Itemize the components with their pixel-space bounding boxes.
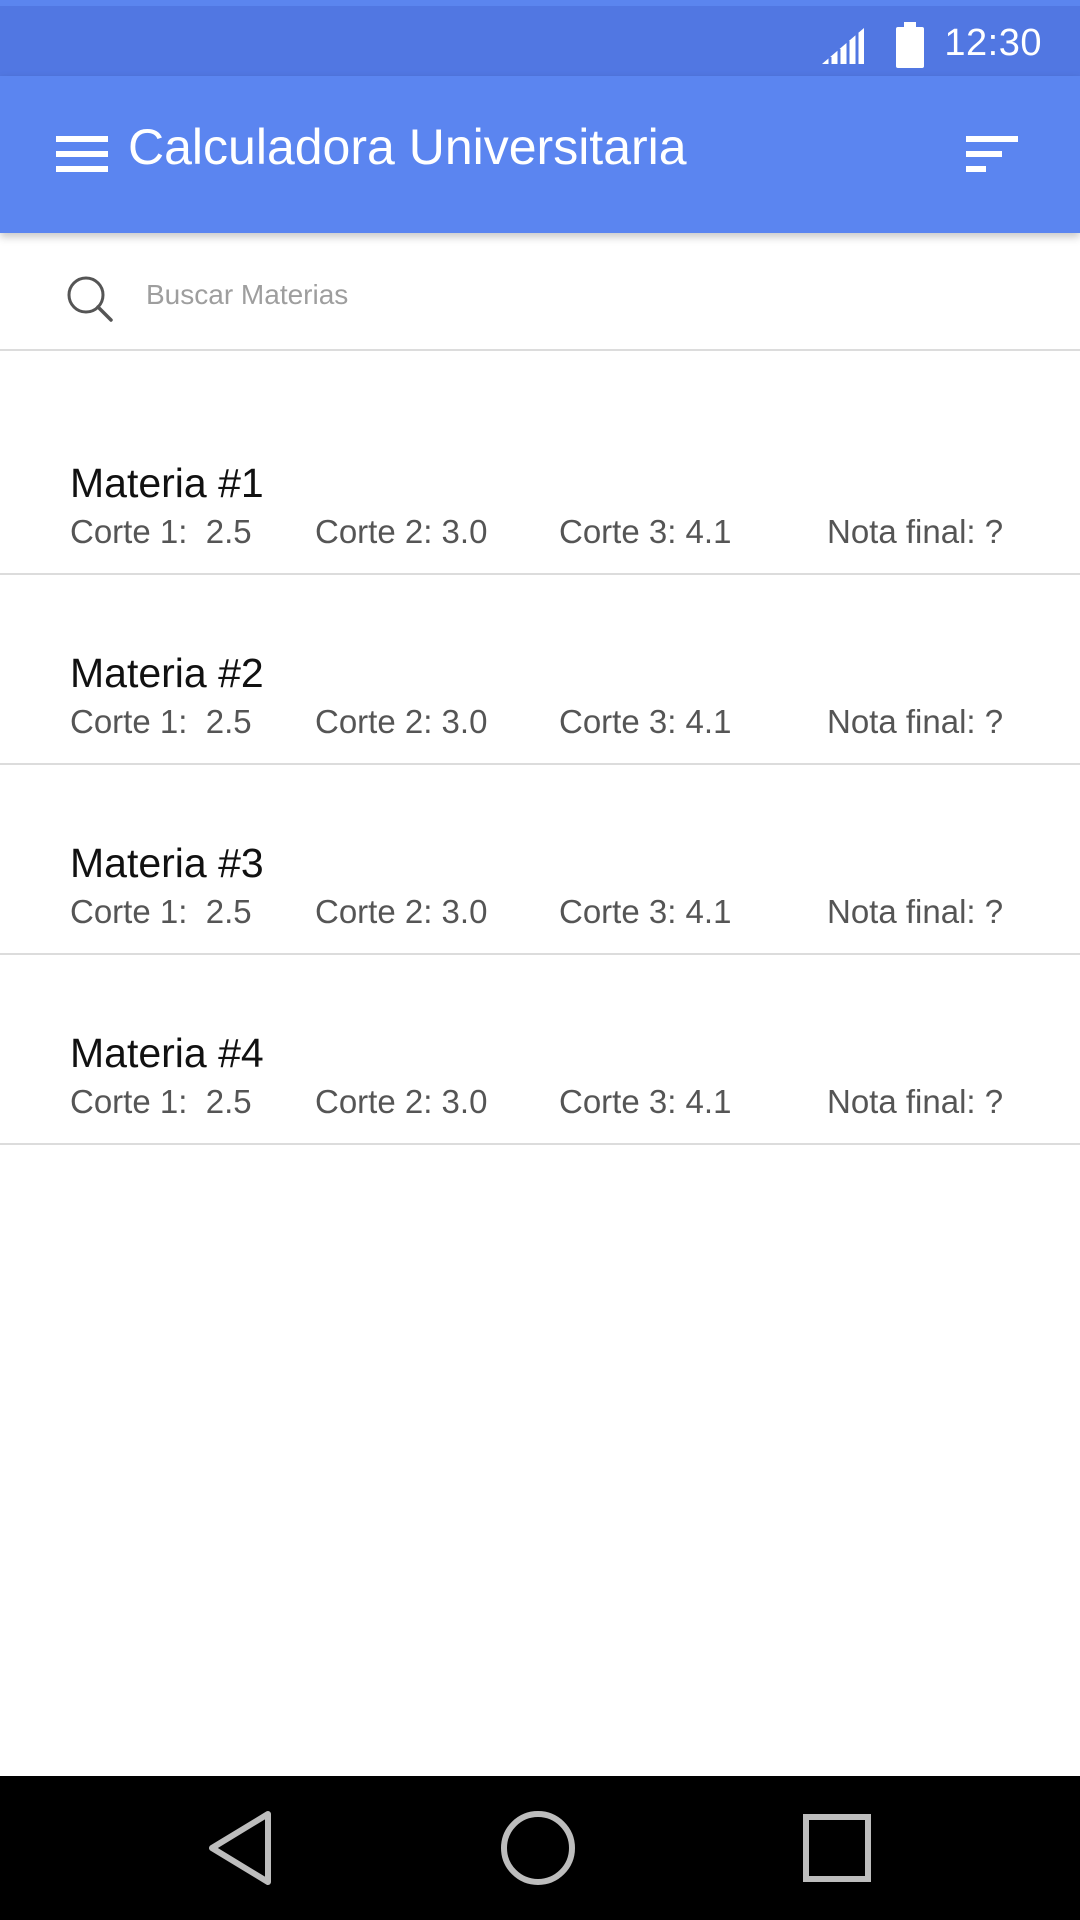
back-icon[interactable] bbox=[206, 1808, 278, 1888]
subject-name: Materia #4 bbox=[70, 1030, 264, 1076]
navigation-bar bbox=[0, 1776, 1080, 1920]
corte-1-grade: Corte 1: 2.5 bbox=[70, 513, 252, 550]
subject-name: Materia #3 bbox=[70, 840, 264, 886]
final-grade: Nota final: ? bbox=[827, 893, 1004, 930]
corte-2-grade: Corte 2: 3.0 bbox=[315, 893, 488, 930]
home-icon[interactable] bbox=[500, 1810, 576, 1886]
corte-2-grade: Corte 2: 3.0 bbox=[315, 513, 488, 550]
list-item[interactable]: Materia #2 Corte 1: 2.5 Corte 2: 3.0 Cor… bbox=[0, 575, 1080, 765]
app-bar: Calculadora Universitaria bbox=[0, 76, 1080, 233]
corte-1-grade: Corte 1: 2.5 bbox=[70, 703, 252, 740]
corte-3-grade: Corte 3: 4.1 bbox=[559, 893, 732, 930]
search-input[interactable] bbox=[146, 269, 1006, 321]
sort-icon[interactable] bbox=[966, 136, 1018, 172]
battery-icon bbox=[896, 22, 924, 68]
list-item[interactable]: Materia #1 Corte 1: 2.5 Corte 2: 3.0 Cor… bbox=[0, 351, 1080, 575]
corte-2-grade: Corte 2: 3.0 bbox=[315, 703, 488, 740]
final-grade: Nota final: ? bbox=[827, 703, 1004, 740]
menu-icon[interactable] bbox=[56, 136, 108, 172]
status-time: 12:30 bbox=[944, 22, 1042, 64]
subject-name: Materia #2 bbox=[70, 650, 264, 696]
list-item[interactable]: Materia #4 Corte 1: 2.5 Corte 2: 3.0 Cor… bbox=[0, 955, 1080, 1145]
corte-3-grade: Corte 3: 4.1 bbox=[559, 703, 732, 740]
subject-list: Materia #1 Corte 1: 2.5 Corte 2: 3.0 Cor… bbox=[0, 351, 1080, 1145]
app-title: Calculadora Universitaria bbox=[128, 119, 687, 175]
corte-1-grade: Corte 1: 2.5 bbox=[70, 893, 252, 930]
search-bar bbox=[0, 233, 1080, 351]
search-icon bbox=[67, 276, 113, 322]
final-grade: Nota final: ? bbox=[827, 513, 1004, 550]
corte-1-grade: Corte 1: 2.5 bbox=[70, 1083, 252, 1120]
screen: 12:30 Calculadora Universitaria Materia … bbox=[0, 0, 1080, 1920]
corte-3-grade: Corte 3: 4.1 bbox=[559, 1083, 732, 1120]
list-item[interactable]: Materia #3 Corte 1: 2.5 Corte 2: 3.0 Cor… bbox=[0, 765, 1080, 955]
recent-apps-icon[interactable] bbox=[803, 1814, 871, 1882]
final-grade: Nota final: ? bbox=[827, 1083, 1004, 1120]
signal-icon bbox=[822, 28, 864, 64]
corte-2-grade: Corte 2: 3.0 bbox=[315, 1083, 488, 1120]
subject-name: Materia #1 bbox=[70, 460, 264, 506]
status-bar: 12:30 bbox=[0, 0, 1080, 76]
corte-3-grade: Corte 3: 4.1 bbox=[559, 513, 732, 550]
